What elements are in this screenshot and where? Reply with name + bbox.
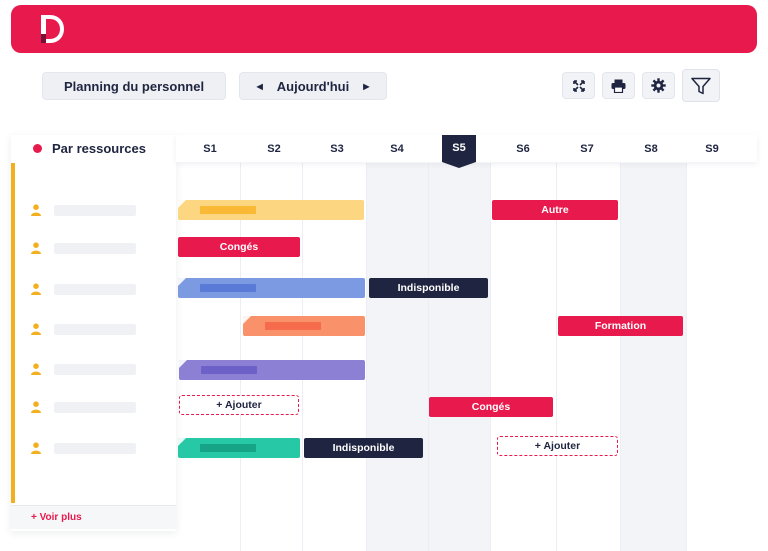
event-indisponible[interactable]: Indisponible xyxy=(369,278,488,298)
add-event-button[interactable]: + Ajouter xyxy=(179,395,299,415)
expand-icon xyxy=(572,79,585,92)
planning-label: Planning du personnel xyxy=(63,78,205,94)
week-label-s2[interactable]: S2 xyxy=(254,143,294,155)
resource-name-placeholder[interactable] xyxy=(54,324,136,335)
add-event-button[interactable]: + Ajouter xyxy=(497,436,618,456)
printer-icon xyxy=(611,79,626,93)
event-label: Congés xyxy=(471,401,511,413)
settings-button[interactable] xyxy=(642,72,675,99)
gear-icon xyxy=(651,78,666,93)
grid-line xyxy=(620,163,621,551)
resource-name-placeholder[interactable] xyxy=(54,364,136,375)
week-label-s8[interactable]: S8 xyxy=(631,143,671,155)
app-header xyxy=(11,5,757,53)
add-label: + Ajouter xyxy=(216,399,262,411)
voir-plus-link[interactable]: + Voir plus xyxy=(11,505,176,529)
add-label: + Ajouter xyxy=(534,440,581,452)
event-corner xyxy=(178,278,186,286)
event-label: Congés xyxy=(219,241,259,253)
filter-button[interactable] xyxy=(682,69,720,102)
event-bar-inner xyxy=(200,444,256,452)
event-label: Indisponible xyxy=(397,282,460,294)
grid-line xyxy=(686,163,687,551)
week-label-s9[interactable]: S9 xyxy=(692,143,732,155)
event-formation[interactable]: Formation xyxy=(558,316,683,336)
resource-accent-bar xyxy=(11,163,15,503)
event-bar-inner xyxy=(201,366,257,374)
grid-line xyxy=(302,163,303,551)
resource-name-placeholder[interactable] xyxy=(54,402,136,413)
event-bar-inner xyxy=(200,284,256,292)
event-bar-inner xyxy=(200,206,256,214)
voir-plus-label: + Voir plus xyxy=(31,512,82,523)
event-corner xyxy=(178,438,186,446)
grid-line xyxy=(366,163,367,551)
grid-line xyxy=(490,163,491,551)
planning-dropdown[interactable]: Planning du personnel xyxy=(42,72,226,100)
expand-button[interactable] xyxy=(562,72,595,99)
resource-name-placeholder[interactable] xyxy=(54,205,136,216)
event-conges[interactable]: Congés xyxy=(429,397,553,417)
event-label: Formation xyxy=(594,320,647,332)
week-label-current[interactable]: S5 xyxy=(442,142,476,154)
grid-line xyxy=(556,163,557,551)
user-icon xyxy=(31,323,41,335)
week-label-s1[interactable]: S1 xyxy=(190,143,230,155)
triangle-right-icon[interactable]: ▶ xyxy=(363,82,369,91)
resource-name-placeholder[interactable] xyxy=(54,443,136,454)
event-corner xyxy=(243,316,251,324)
logo-d-icon[interactable] xyxy=(39,14,65,44)
week-label-s7[interactable]: S7 xyxy=(567,143,607,155)
event-bar-blue[interactable] xyxy=(178,278,365,298)
today-button[interactable]: Aujourd'hui xyxy=(277,79,349,94)
user-icon xyxy=(31,401,41,413)
week-label-s6[interactable]: S6 xyxy=(503,143,543,155)
event-corner xyxy=(179,360,187,368)
user-icon xyxy=(31,363,41,375)
event-autre[interactable]: Autre xyxy=(492,200,618,220)
date-navigator: ◀ Aujourd'hui ▶ xyxy=(239,72,387,100)
resource-view-title[interactable]: Par ressources xyxy=(52,141,146,156)
filter-icon xyxy=(691,77,711,94)
event-bar-purple[interactable] xyxy=(179,360,365,380)
triangle-left-icon[interactable]: ◀ xyxy=(257,82,263,91)
event-conges[interactable]: Congés xyxy=(178,237,300,257)
event-indisponible[interactable]: Indisponible xyxy=(304,438,423,458)
resource-name-placeholder[interactable] xyxy=(54,284,136,295)
status-dot xyxy=(33,144,42,153)
event-bar-teal[interactable] xyxy=(178,438,300,458)
event-bar-orange[interactable] xyxy=(243,316,365,336)
event-bar-yellow[interactable] xyxy=(178,200,364,220)
event-bar-inner xyxy=(265,322,321,330)
week-shade-s8 xyxy=(620,163,686,551)
user-icon xyxy=(31,283,41,295)
event-corner xyxy=(178,200,186,208)
user-icon xyxy=(31,204,41,216)
print-button[interactable] xyxy=(602,72,635,99)
grid-line xyxy=(428,163,429,551)
event-label: Autre xyxy=(541,204,569,216)
grid-line xyxy=(240,163,241,551)
week-label-s4[interactable]: S4 xyxy=(377,143,417,155)
user-icon xyxy=(31,442,41,454)
event-label: Indisponible xyxy=(332,442,395,454)
week-label-s3[interactable]: S3 xyxy=(317,143,357,155)
resource-name-placeholder[interactable] xyxy=(54,243,136,254)
user-icon xyxy=(31,242,41,254)
